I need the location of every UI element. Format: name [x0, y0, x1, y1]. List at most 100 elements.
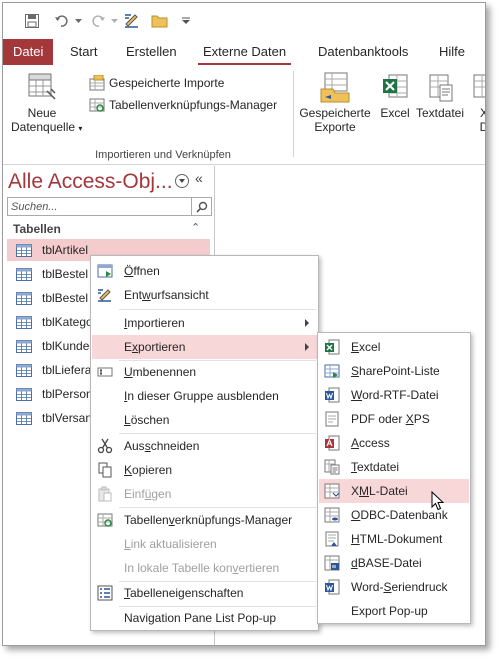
word-icon	[323, 386, 341, 404]
table-icon	[16, 291, 32, 305]
access-window: Datei Start Erstellen Externe Daten Date…	[2, 2, 486, 646]
table-icon	[16, 339, 32, 353]
save-icon[interactable]	[21, 11, 43, 31]
menu-item-open[interactable]: Öffnen	[92, 259, 317, 283]
menu-item-import[interactable]: Importieren	[92, 311, 317, 335]
export-item-excel[interactable]: Excel	[319, 335, 469, 359]
export-item-xml[interactable]: XML-Datei	[319, 479, 469, 503]
nav-collapse-icon[interactable]: «	[195, 170, 203, 186]
export-item-pdf-xps[interactable]: PDF oder XPS	[319, 407, 469, 431]
tab-datenbanktools[interactable]: Datenbanktools	[309, 39, 417, 65]
new-data-source-icon	[28, 73, 56, 100]
menu-item-refresh-link[interactable]: Link aktualisieren	[92, 532, 317, 556]
open-folder-icon[interactable]	[149, 11, 171, 31]
export-textfile-button[interactable]: Textdatei	[415, 71, 465, 120]
menu-item-paste[interactable]: Einfügen	[92, 482, 317, 506]
sharepoint-icon	[323, 362, 341, 380]
collapse-group-icon: ⌃	[191, 222, 201, 234]
table-icon	[16, 267, 32, 281]
saved-imports-button[interactable]: Gespeicherte Importe	[89, 73, 224, 93]
quick-access-toolbar	[3, 3, 485, 39]
export-item-popup[interactable]: Export Pop-up	[319, 599, 469, 623]
design-view-icon[interactable]	[121, 11, 143, 31]
rename-icon	[96, 363, 114, 381]
nav-pane-title[interactable]: Alle Access-Obj...	[8, 170, 173, 194]
table-icon	[16, 315, 32, 329]
new-data-source-button[interactable]: Neue Datenquelle ▾	[11, 71, 82, 136]
textfile-icon	[429, 74, 453, 102]
export-item-word-rtf[interactable]: Word-RTF-Datei	[319, 383, 469, 407]
undo-icon[interactable]	[51, 11, 73, 31]
table-icon	[16, 363, 32, 377]
paste-icon	[96, 485, 114, 503]
nav-pane-menu-icon[interactable]	[175, 174, 189, 188]
group-label-import: Importieren und Verknüpfen	[95, 149, 231, 161]
xml-icon	[323, 482, 341, 500]
menu-item-convert-to-local[interactable]: In lokale Tabelle konvertieren	[92, 556, 317, 580]
saved-exports-icon	[320, 72, 350, 103]
nav-group-header-tables[interactable]: Tabellen ⌃	[3, 219, 213, 239]
word-merge-icon	[323, 578, 341, 596]
menu-item-cut[interactable]: Ausschneiden	[92, 434, 317, 458]
submenu-arrow-icon	[305, 319, 309, 327]
redo-dropdown-icon[interactable]	[109, 11, 119, 31]
context-menu: Öffnen Entwurfsansicht Importieren Expor…	[90, 255, 319, 631]
menu-item-delete[interactable]: Löschen	[92, 408, 317, 432]
export-item-access[interactable]: Access	[319, 431, 469, 455]
linked-table-manager-button[interactable]: Tabellenverknüpfungs-Manager	[89, 95, 277, 115]
menu-item-export[interactable]: Exportieren	[92, 335, 317, 359]
dbase-icon	[323, 554, 341, 572]
copy-icon	[96, 461, 114, 479]
export-item-html[interactable]: HTML-Dokument	[319, 527, 469, 551]
saved-imports-icon	[89, 75, 105, 91]
menu-item-hide-in-group[interactable]: In dieser Gruppe ausblenden	[92, 384, 317, 408]
html-icon	[323, 530, 341, 548]
menu-separator	[119, 309, 316, 310]
export-excel-button[interactable]: Excel	[377, 71, 413, 120]
export-item-dbase[interactable]: dBASE-Datei	[319, 551, 469, 575]
pdf-icon	[323, 410, 341, 428]
table-icon	[16, 387, 32, 401]
tab-start[interactable]: Start	[61, 39, 106, 65]
menu-item-table-properties[interactable]: Tabelleneigenschaften	[92, 581, 317, 605]
scissors-icon	[96, 437, 114, 455]
ribbon-separator	[293, 71, 294, 157]
saved-exports-button[interactable]: Gespeicherte Exporte	[299, 71, 371, 134]
search-icon[interactable]	[192, 197, 212, 216]
menu-item-linked-table-manager[interactable]: Tabellenverknüpfungs-Manager	[92, 508, 317, 532]
ribbon-tabs: Datei Start Erstellen Externe Daten Date…	[3, 39, 485, 66]
menu-item-navigation-pane-popup[interactable]: Navigation Pane List Pop-up	[92, 606, 317, 630]
export-submenu: Excel SharePoint-Liste Word-RTF-Datei PD…	[317, 332, 471, 624]
access-icon	[323, 434, 341, 452]
xml-icon	[473, 74, 485, 98]
properties-icon	[96, 584, 114, 602]
export-item-odbc[interactable]: ODBC-Datenbank	[319, 503, 469, 527]
export-item-sharepoint[interactable]: SharePoint-Liste	[319, 359, 469, 383]
menu-item-design-view[interactable]: Entwurfsansicht	[92, 283, 317, 307]
nav-search-input[interactable]	[7, 197, 192, 216]
excel-icon	[323, 338, 341, 356]
redo-icon[interactable]	[87, 11, 109, 31]
tab-externe-daten[interactable]: Externe Daten	[194, 39, 295, 66]
linked-table-manager-icon	[96, 511, 114, 529]
table-icon	[16, 411, 32, 425]
open-table-icon	[96, 262, 114, 280]
export-item-textfile[interactable]: Textdatei	[319, 455, 469, 479]
design-view-icon	[96, 286, 114, 304]
tab-hilfe[interactable]: Hilfe	[430, 39, 474, 65]
submenu-arrow-icon	[305, 343, 309, 351]
textfile-icon	[323, 458, 341, 476]
menu-item-copy[interactable]: Kopieren	[92, 458, 317, 482]
customize-qat-icon[interactable]	[179, 11, 193, 31]
export-xml-button[interactable]: X D	[469, 71, 485, 134]
export-item-word-merge[interactable]: Word-Seriendruck	[319, 575, 469, 599]
ribbon: Neue Datenquelle ▾ Gespeicherte Importe …	[3, 65, 485, 165]
excel-icon	[383, 74, 408, 98]
table-icon	[16, 243, 32, 257]
menu-item-rename[interactable]: Umbenennen	[92, 360, 317, 384]
tab-erstellen[interactable]: Erstellen	[117, 39, 186, 65]
tab-datei[interactable]: Datei	[3, 39, 54, 65]
dropdown-arrow-icon: ▾	[78, 124, 83, 133]
linked-table-manager-icon	[89, 98, 105, 112]
undo-dropdown-icon[interactable]	[73, 11, 83, 31]
